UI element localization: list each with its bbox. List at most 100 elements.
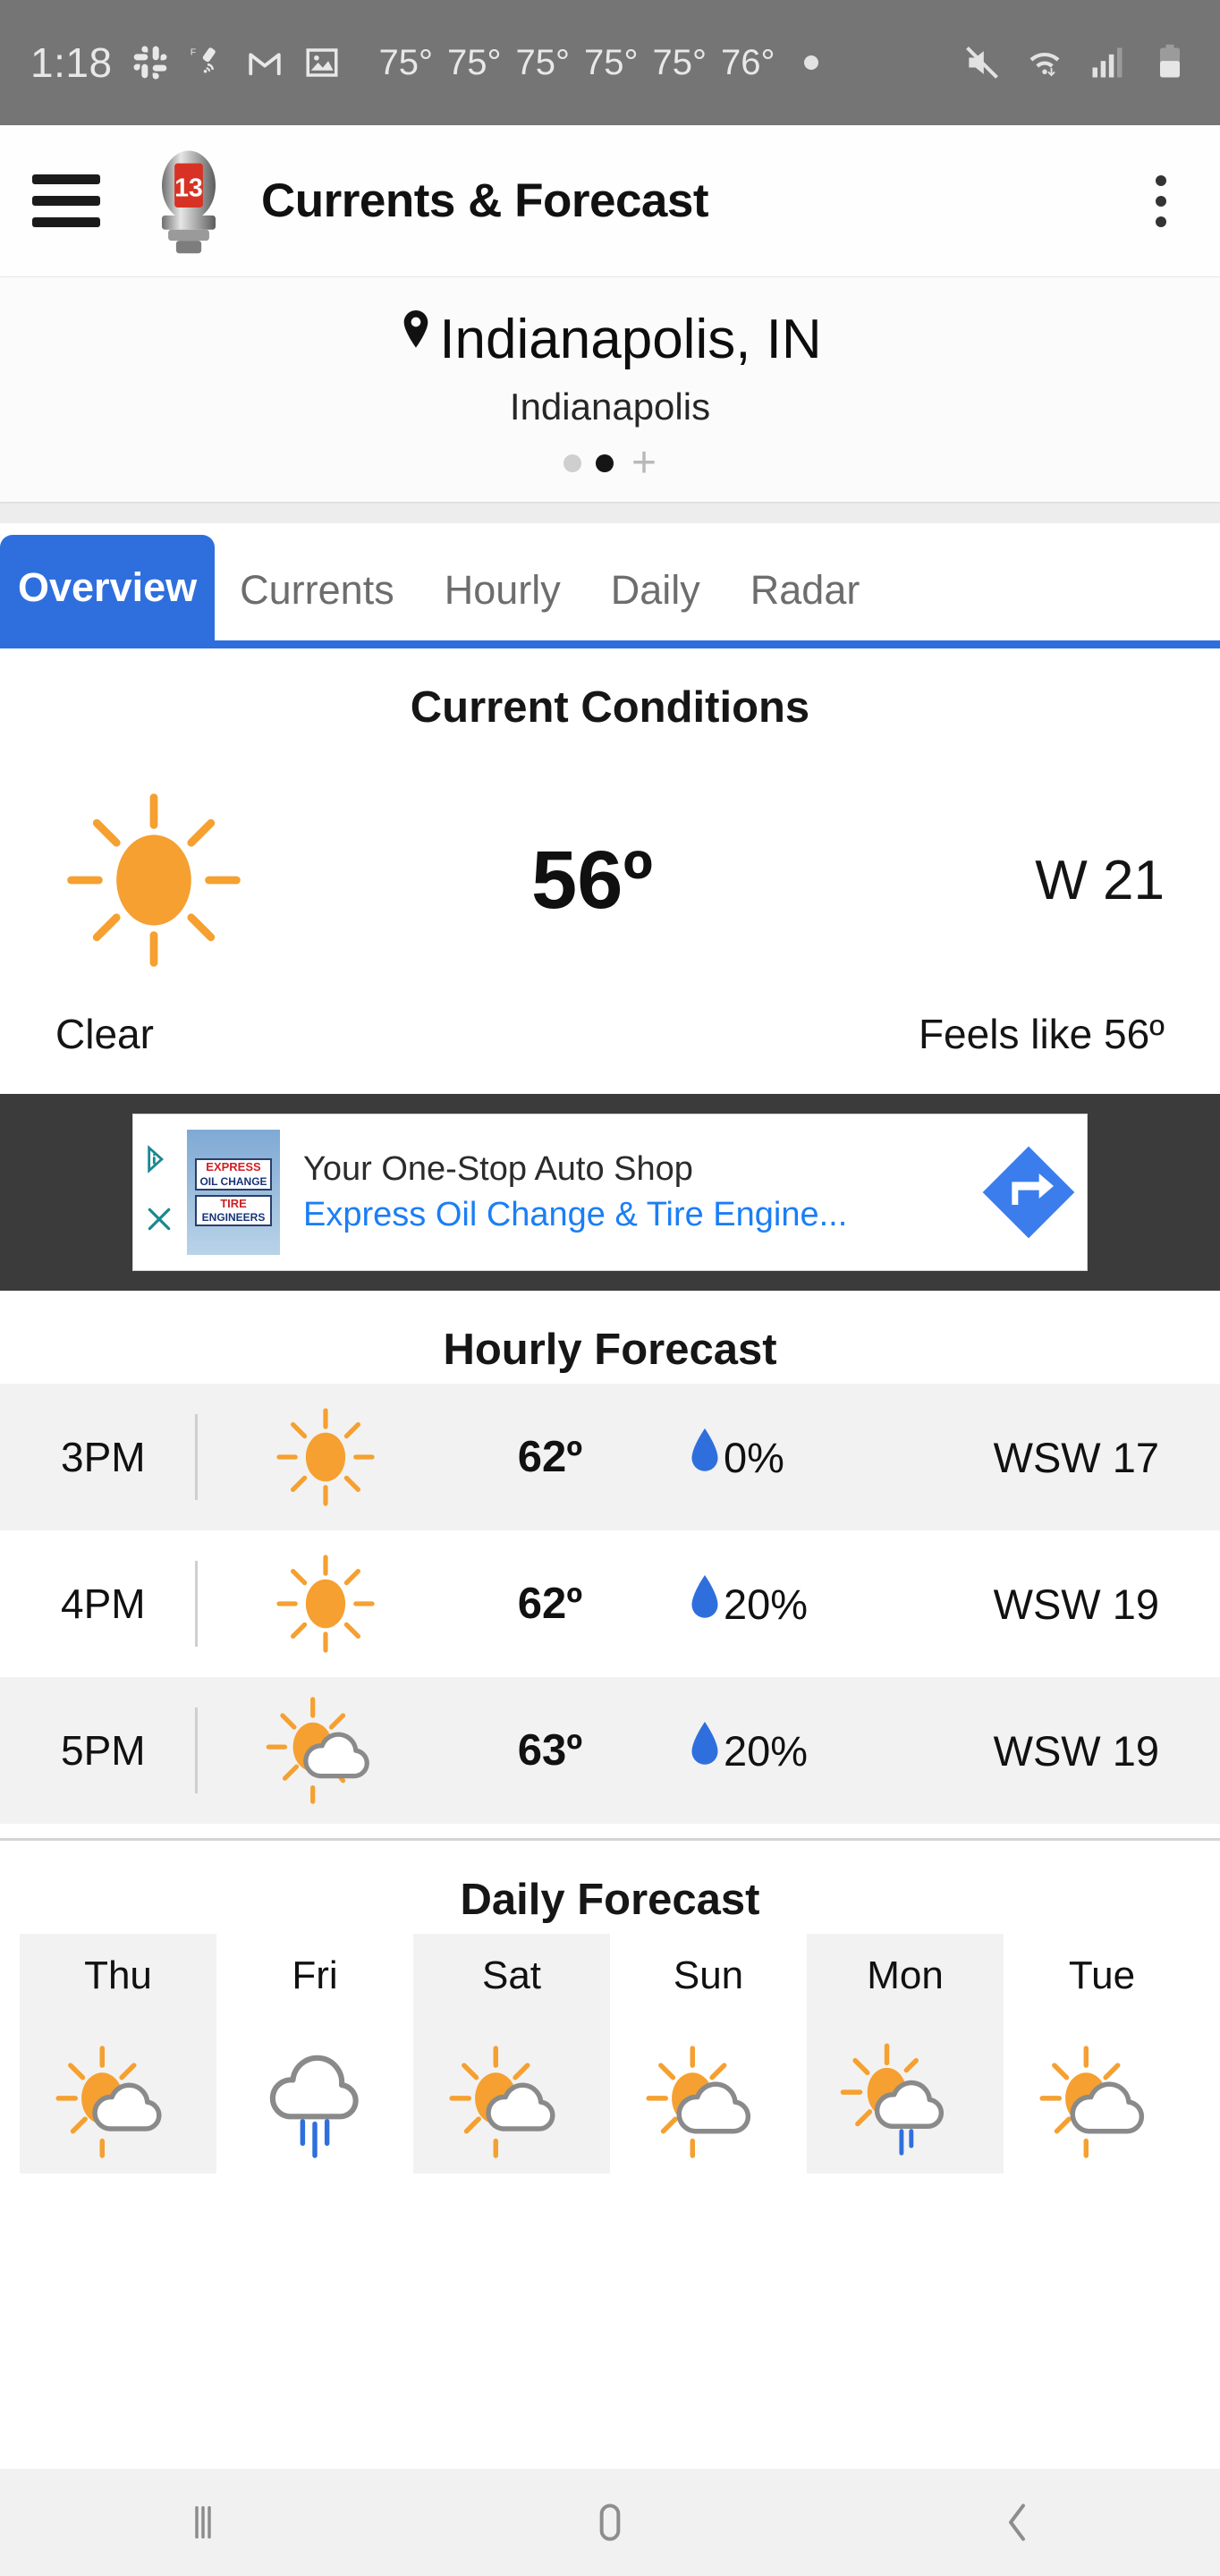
daily-day-name: Tue (1068, 1953, 1136, 1997)
hourly-time: 4PM (61, 1580, 146, 1627)
current-conditions-title: Current Conditions (410, 683, 810, 732)
daily-card-tue[interactable]: Tue (1004, 1934, 1200, 2174)
ad-link[interactable]: Express Oil Change & Tire Engine... (303, 1196, 970, 1234)
pager-dot[interactable] (563, 454, 581, 472)
hourly-time: 3PM (61, 1434, 146, 1480)
status-bar-right (962, 43, 1190, 82)
photo-icon (302, 43, 342, 82)
gmail-icon (245, 43, 284, 82)
row-divider (195, 1707, 198, 1793)
status-bar-clock: 1:18 (30, 39, 113, 86)
hourly-row[interactable]: 5PM 63º 20% WSW 19 (0, 1677, 1220, 1824)
hourly-wind: WSW 19 (993, 1726, 1159, 1775)
location-pager[interactable]: + (0, 442, 1220, 485)
tab-currents[interactable]: Currents (215, 540, 419, 640)
battery-icon (1150, 43, 1190, 82)
mute-icon (962, 43, 1002, 82)
daily-card-sat[interactable]: Sat (413, 1934, 610, 2174)
current-conditions-footer: Clear Feels like 56º (0, 1010, 1220, 1094)
location-station: Indianapolis (509, 386, 711, 428)
partly-cloudy-icon (241, 1692, 411, 1809)
daily-day-name: Fri (292, 1953, 338, 1997)
row-divider (195, 1561, 198, 1647)
partly-cloudy-icon (1004, 2039, 1200, 2165)
water-drop-icon (690, 1428, 720, 1487)
ad-banner[interactable]: EXPRESS OIL CHANGE TIRE ENGINEERS Your O… (0, 1094, 1220, 1291)
svg-text:F: F (190, 47, 195, 57)
tab-bar: Overview Currents Hourly Daily Radar (0, 523, 1220, 648)
close-icon[interactable] (145, 1205, 174, 1241)
hourly-forecast-title: Hourly Forecast (443, 1326, 777, 1374)
ad-sign-line4: ENGINEERS (201, 1210, 266, 1224)
home-icon[interactable] (407, 2497, 814, 2547)
slack-icon (131, 43, 170, 82)
ad-badges (133, 1144, 185, 1241)
recents-icon[interactable] (0, 2497, 407, 2547)
kebab-menu-icon[interactable] (1134, 174, 1188, 227)
hourly-row[interactable]: 4PM 62º 20% WSW 19 (0, 1530, 1220, 1677)
location-city-state: Indianapolis, IN (439, 309, 822, 370)
hourly-precipitation: 20% (690, 1721, 900, 1780)
more-notifications-dot (803, 55, 818, 70)
location-card[interactable]: Indianapolis, IN Indianapolis + (0, 277, 1220, 502)
daily-day-name: Sun (673, 1953, 744, 1997)
app-bar: 13 Currents & Forecast (0, 125, 1220, 277)
rain-cloud-icon (216, 2039, 413, 2165)
hourly-row[interactable]: 3PM 62º 0% WSW 17 (0, 1384, 1220, 1530)
signal-icon (1088, 43, 1127, 82)
hourly-temperature: 62º (517, 1580, 583, 1628)
daily-card-sun[interactable]: Sun (610, 1934, 807, 2174)
hourly-precipitation: 0% (690, 1428, 900, 1487)
ad-sign-line1: EXPRESS (206, 1160, 261, 1174)
hourly-precip-value: 20% (724, 1580, 809, 1628)
water-drop-icon (690, 1574, 720, 1633)
daily-day-name: Sat (481, 1953, 542, 1997)
ad-sign-top: EXPRESS OIL CHANGE (195, 1158, 272, 1191)
location-pin-icon (398, 308, 434, 371)
sunny-icon (55, 782, 279, 979)
tab-overview[interactable]: Overview (0, 535, 216, 640)
back-icon[interactable] (813, 2497, 1220, 2547)
daily-card-fri[interactable]: Fri (216, 1934, 413, 2174)
tab-hourly[interactable]: Hourly (419, 540, 586, 640)
current-temperature: 56º (531, 834, 653, 926)
channel-13-rocket-logo: 13 (140, 148, 238, 255)
daily-card-thu[interactable]: Thu (20, 1934, 216, 2174)
status-temp: 75° (652, 42, 707, 82)
partly-cloudy-rain-icon (807, 2039, 1004, 2165)
android-nav-bar (0, 2469, 1220, 2576)
add-location-button[interactable]: + (631, 442, 657, 485)
water-drop-icon (690, 1721, 720, 1780)
status-temp: 75° (515, 42, 571, 82)
page-title: Currents & Forecast (261, 174, 709, 227)
status-temp: 75° (584, 42, 639, 82)
sunny-icon (241, 1546, 411, 1662)
location-title-row: Indianapolis, IN (0, 308, 1220, 371)
express-oil-change-sign: EXPRESS OIL CHANGE TIRE ENGINEERS (187, 1130, 280, 1255)
daily-card-mon[interactable]: Mon (807, 1934, 1004, 2174)
svg-text:13: 13 (174, 173, 202, 201)
current-condition-text: Clear (55, 1011, 154, 1057)
status-bar-temperatures: 75° 75° 75° 75° 75° 76° (379, 43, 818, 83)
wifi-icon (1025, 43, 1064, 82)
daily-day-name: Thu (84, 1953, 152, 1997)
hourly-temperature: 63º (517, 1726, 583, 1775)
hourly-precip-value: 20% (724, 1726, 809, 1775)
partly-cloudy-icon (413, 2039, 610, 2165)
row-divider (195, 1414, 198, 1500)
ad-text-block[interactable]: Your One-Stop Auto Shop Express Oil Chan… (280, 1150, 970, 1234)
ad-sign-line2: OIL CHANGE (199, 1174, 267, 1188)
tab-radar[interactable]: Radar (725, 540, 885, 640)
ad-content[interactable]: EXPRESS OIL CHANGE TIRE ENGINEERS Your O… (132, 1114, 1088, 1271)
partly-cloudy-icon (20, 2039, 216, 2165)
adchoices-icon[interactable] (144, 1144, 174, 1182)
pager-dot-active[interactable] (595, 454, 614, 472)
hourly-wind: WSW 17 (993, 1433, 1159, 1481)
current-conditions-row: 56º W 21 (0, 741, 1220, 1010)
hamburger-icon[interactable] (32, 174, 100, 227)
status-temp: 76° (721, 42, 775, 82)
tab-daily[interactable]: Daily (586, 540, 725, 640)
hourly-time: 5PM (61, 1727, 146, 1774)
directions-arrow-icon[interactable] (970, 1142, 1087, 1242)
location-section: Indianapolis, IN Indianapolis + (0, 277, 1220, 523)
